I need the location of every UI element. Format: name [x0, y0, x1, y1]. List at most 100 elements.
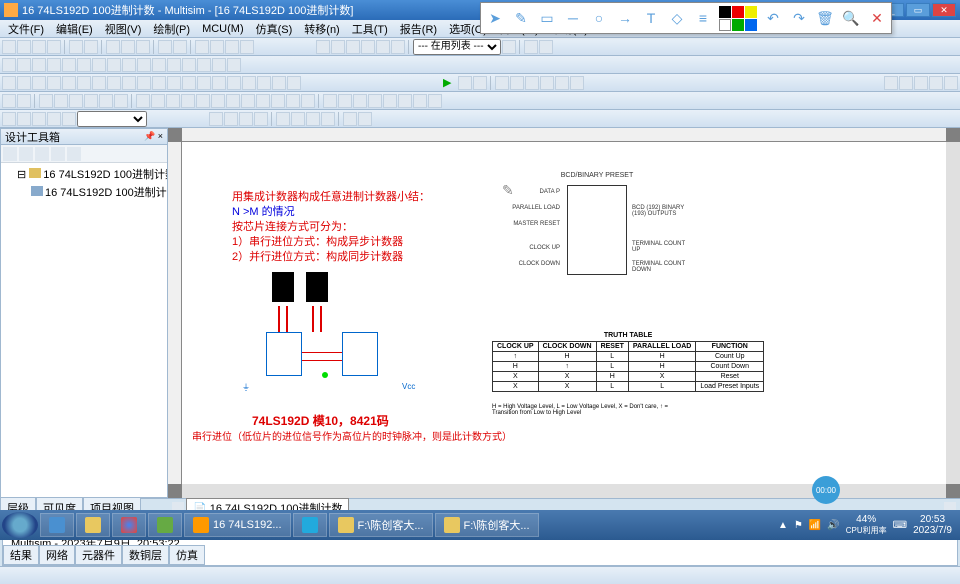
- st4-icon[interactable]: [51, 147, 65, 161]
- a9-icon[interactable]: [343, 112, 357, 126]
- redo-icon[interactable]: ↷: [789, 8, 809, 28]
- a3-icon[interactable]: [239, 112, 253, 126]
- menu-view[interactable]: 视图(V): [99, 21, 148, 37]
- line-icon[interactable]: ─: [563, 8, 583, 28]
- st2-icon[interactable]: [19, 147, 33, 161]
- task-files[interactable]: [76, 513, 110, 537]
- color-black[interactable]: [719, 6, 731, 18]
- a1-icon[interactable]: [209, 112, 223, 126]
- ttl-icon[interactable]: [77, 58, 91, 72]
- p1-icon[interactable]: [2, 94, 16, 108]
- in-use-list-select[interactable]: --- 在用列表 ---: [413, 39, 501, 55]
- inst9-icon[interactable]: [256, 94, 270, 108]
- otab-nets[interactable]: 网络: [39, 545, 75, 565]
- sb16-icon[interactable]: [227, 76, 241, 90]
- trash-icon[interactable]: 🗑: [815, 8, 835, 28]
- copy-icon[interactable]: [121, 40, 135, 54]
- sb19-icon[interactable]: [272, 76, 286, 90]
- task-app2[interactable]: [293, 513, 327, 537]
- inst18-icon[interactable]: [398, 94, 412, 108]
- conn-icon[interactable]: [212, 58, 226, 72]
- g2-icon[interactable]: [17, 112, 31, 126]
- task-app1[interactable]: [148, 513, 182, 537]
- sb8-icon[interactable]: [107, 76, 121, 90]
- p6-icon[interactable]: [84, 94, 98, 108]
- zoom5-icon[interactable]: [944, 76, 958, 90]
- preview-icon[interactable]: [84, 40, 98, 54]
- pwr-icon[interactable]: [152, 58, 166, 72]
- zoom-icon[interactable]: 🔍: [841, 8, 861, 28]
- comp4-icon[interactable]: [361, 40, 375, 54]
- tree-root[interactable]: ⊟ 16 74LS192D 100进制计数: [3, 165, 165, 183]
- ind-icon[interactable]: [137, 58, 151, 72]
- close-button[interactable]: ✕: [932, 3, 956, 17]
- inst6-icon[interactable]: [211, 94, 225, 108]
- st5-icon[interactable]: [67, 147, 81, 161]
- menu-mcu[interactable]: MCU(M): [196, 23, 250, 35]
- menu-file[interactable]: 文件(F): [2, 21, 50, 37]
- zoom2-icon[interactable]: [899, 76, 913, 90]
- color-green[interactable]: [732, 19, 744, 31]
- inst4-icon[interactable]: [181, 94, 195, 108]
- g3-icon[interactable]: [32, 112, 46, 126]
- sb10-icon[interactable]: [137, 76, 151, 90]
- color-blue[interactable]: [745, 19, 757, 31]
- tray-net-icon[interactable]: 📶: [809, 520, 821, 531]
- color-red[interactable]: [732, 6, 744, 18]
- maximize-button[interactable]: ▭: [906, 3, 930, 17]
- a5-icon[interactable]: [276, 112, 290, 126]
- eraser-icon[interactable]: ◇: [667, 8, 687, 28]
- inst3-icon[interactable]: [166, 94, 180, 108]
- display-u2[interactable]: [306, 272, 328, 302]
- undo-icon[interactable]: ↶: [763, 8, 783, 28]
- inst13-icon[interactable]: [323, 94, 337, 108]
- layer-select[interactable]: [77, 111, 147, 127]
- src-icon[interactable]: [2, 58, 16, 72]
- a10-icon[interactable]: [358, 112, 372, 126]
- cmos-icon[interactable]: [92, 58, 106, 72]
- st3-icon[interactable]: [35, 147, 49, 161]
- p2-icon[interactable]: [17, 94, 31, 108]
- menu-place[interactable]: 绘制(P): [147, 21, 196, 37]
- analog-icon[interactable]: [62, 58, 76, 72]
- p8-icon[interactable]: [114, 94, 128, 108]
- task-chrome[interactable]: [112, 513, 146, 537]
- design-tree[interactable]: ⊟ 16 74LS192D 100进制计数 16 74LS192D 100进制计…: [1, 163, 167, 497]
- pin-icon[interactable]: 📌 ×: [144, 131, 163, 142]
- help-icon[interactable]: [539, 40, 553, 54]
- schematic-canvas[interactable]: ✎ 用集成计数器构成任意进制计数器小结： N >M 的情况 按芯片连接方式可分为…: [182, 142, 946, 484]
- g1-icon[interactable]: [2, 112, 16, 126]
- a7-icon[interactable]: [306, 112, 320, 126]
- menu-transfer[interactable]: 转移(n): [298, 21, 345, 37]
- step3-icon[interactable]: [525, 76, 539, 90]
- pause-icon[interactable]: [458, 76, 472, 90]
- zoom-out-icon[interactable]: [210, 40, 224, 54]
- schematic-sheet[interactable]: ✎ 用集成计数器构成任意进制计数器小结： N >M 的情况 按芯片连接方式可分为…: [182, 142, 902, 484]
- step2-icon[interactable]: [510, 76, 524, 90]
- menu-edit[interactable]: 编辑(E): [50, 21, 99, 37]
- comp2-icon[interactable]: [331, 40, 345, 54]
- inst14-icon[interactable]: [338, 94, 352, 108]
- mcu-icon[interactable]: [227, 58, 241, 72]
- step5-icon[interactable]: [555, 76, 569, 90]
- zoom-in-icon[interactable]: [195, 40, 209, 54]
- otab-results[interactable]: 结果: [3, 545, 39, 565]
- sb14-icon[interactable]: [197, 76, 211, 90]
- stop-icon[interactable]: [473, 76, 487, 90]
- p4-icon[interactable]: [54, 94, 68, 108]
- zoom-area-icon[interactable]: [240, 40, 254, 54]
- step1-icon[interactable]: [495, 76, 509, 90]
- tray-vol-icon[interactable]: 🔊: [827, 520, 839, 531]
- g5-icon[interactable]: [62, 112, 76, 126]
- circle-icon[interactable]: ○: [589, 8, 609, 28]
- sb5-icon[interactable]: [62, 76, 76, 90]
- new-icon[interactable]: [2, 40, 16, 54]
- start-button[interactable]: [2, 512, 38, 538]
- inst20-icon[interactable]: [428, 94, 442, 108]
- inst7-icon[interactable]: [226, 94, 240, 108]
- elec-icon[interactable]: [182, 58, 196, 72]
- task-folder1[interactable]: F:\陈创客大...: [329, 513, 433, 537]
- tray-up-icon[interactable]: ▲: [778, 520, 788, 531]
- inst2-icon[interactable]: [151, 94, 165, 108]
- step4-icon[interactable]: [540, 76, 554, 90]
